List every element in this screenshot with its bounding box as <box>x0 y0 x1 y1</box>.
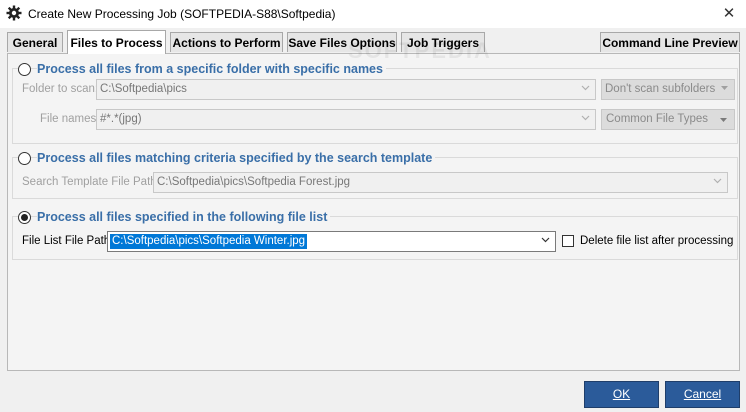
chevron-down-icon[interactable] <box>580 82 591 93</box>
gear-icon <box>6 5 22 21</box>
search-template-path-combo[interactable]: C:\Softpedia\pics\Softpedia Forest.jpg <box>153 172 728 193</box>
tab-files-to-process[interactable]: Files to Process <box>67 30 166 54</box>
subfolder-option-value: Don't scan subfolders <box>605 83 716 95</box>
radio-file-list[interactable] <box>18 211 31 224</box>
subfolder-option-combo[interactable]: Don't scan subfolders <box>601 79 735 100</box>
ok-button[interactable]: OK <box>584 381 659 408</box>
title-bar: Create New Processing Job (SOFTPEDIA-S88… <box>0 0 746 28</box>
delete-file-list-label: Delete file list after processing <box>580 235 734 247</box>
file-names-value: #*.*(jpg) <box>100 113 142 125</box>
folder-scan-title: Process all files from a specific folder… <box>37 62 386 76</box>
common-file-types-label: Common File Types <box>606 113 709 125</box>
chevron-down-icon[interactable] <box>719 82 730 93</box>
dropdown-arrow-icon <box>720 118 727 122</box>
file-list-path-label: File List File Path: <box>22 235 114 247</box>
radio-search-template[interactable] <box>18 152 31 165</box>
file-list-title: Process all files specified in the follo… <box>37 210 331 224</box>
search-template-path-value: C:\Softpedia\pics\Softpedia Forest.jpg <box>157 176 351 188</box>
tab-command-line-preview[interactable]: Command Line Preview <box>600 32 740 52</box>
chevron-down-icon[interactable] <box>540 234 551 245</box>
folder-to-scan-value: C:\Softpedia\pics <box>100 83 187 95</box>
delete-file-list-checkbox[interactable] <box>562 235 574 247</box>
cancel-button[interactable]: Cancel <box>665 381 740 408</box>
file-list-path-combo[interactable]: C:\Softpedia\pics\Softpedia Winter.jpg <box>107 231 556 252</box>
chevron-down-icon[interactable] <box>712 175 723 186</box>
close-icon: ✕ <box>722 5 736 22</box>
tab-general[interactable]: General <box>7 32 63 52</box>
folder-to-scan-label: Folder to scan: <box>22 83 99 95</box>
search-template-path-label: Search Template File Path: <box>22 176 160 188</box>
window-title: Create New Processing Job (SOFTPEDIA-S88… <box>28 7 336 21</box>
folder-to-scan-combo[interactable]: C:\Softpedia\pics <box>96 79 596 100</box>
file-names-combo[interactable]: #*.*(jpg) <box>96 109 596 130</box>
watermark: SOFTPEDIA <box>348 38 492 63</box>
radio-folder-scan[interactable] <box>18 63 31 76</box>
close-button[interactable]: ✕ <box>712 0 746 28</box>
file-names-label: File names: <box>40 113 100 125</box>
file-list-path-value[interactable]: C:\Softpedia\pics\Softpedia Winter.jpg <box>110 234 308 249</box>
chevron-down-icon[interactable] <box>580 112 591 123</box>
tab-actions-to-perform[interactable]: Actions to Perform <box>170 32 283 52</box>
common-file-types-button[interactable]: Common File Types <box>601 109 735 130</box>
search-template-title: Process all files matching criteria spec… <box>37 151 436 165</box>
